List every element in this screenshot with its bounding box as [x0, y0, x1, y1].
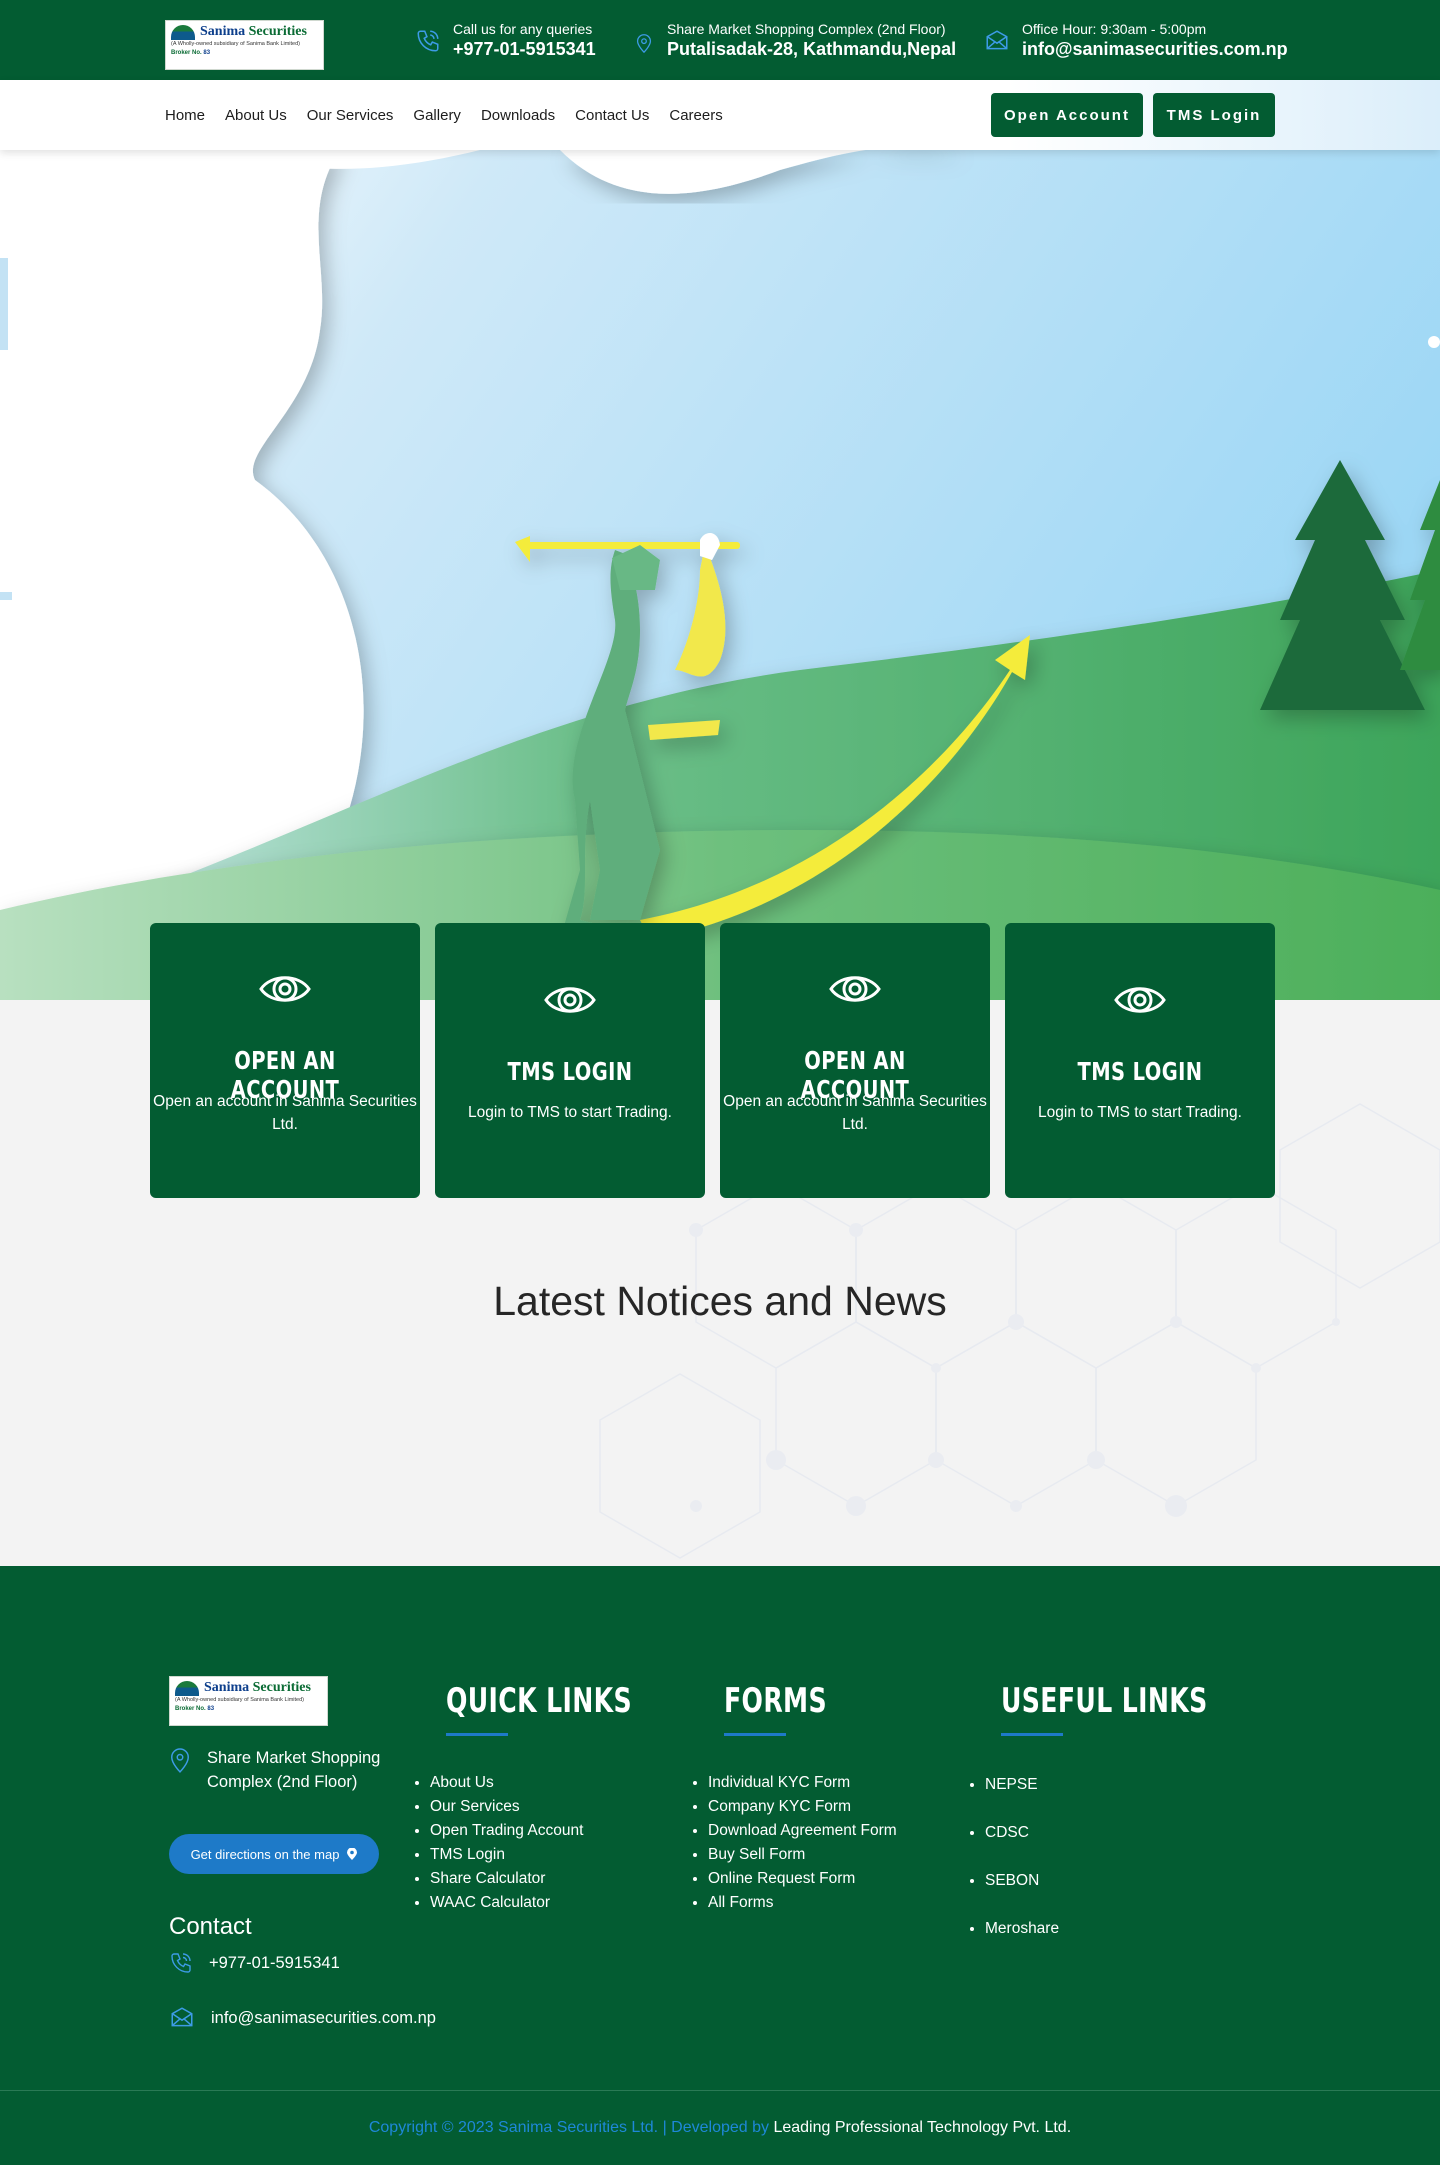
footer-contact-heading: Contact	[169, 1913, 252, 1940]
logo-name-1: Sanima	[204, 1680, 253, 1695]
mail-icon	[986, 30, 1008, 50]
copyright: Copyright © 2023 Sanima Securities Ltd. …	[0, 2119, 1440, 2137]
logo-broker-label: Broker No.	[171, 50, 202, 56]
news-heading: Latest Notices and News	[493, 1278, 947, 1324]
phone-value: +977-01-5915341	[453, 39, 596, 59]
get-directions-label: Get directions on the map	[190, 1846, 340, 1862]
logo-name-1: Sanima	[200, 24, 249, 39]
card-tms-login-1[interactable]: TMS LOGIN Login to TMS to start Trading.	[435, 923, 705, 1198]
logo-name-2: Securities	[248, 24, 307, 39]
address-label: Share Market Shopping Complex (2nd Floor…	[667, 21, 946, 37]
footer-email[interactable]: info@sanimasecurities.com.np	[169, 2005, 436, 2031]
address-value: Putalisadak-28, Kathmandu,Nepal	[667, 39, 957, 59]
phone-icon	[171, 1953, 191, 1973]
eye-icon	[720, 968, 990, 1010]
footer-useful-links: USEFUL LINKS NEPSE CDSC SEBON Meroshare	[985, 1681, 1280, 1965]
copyright-text: Copyright © 2023 Sanima Securities Ltd. …	[368, 2119, 774, 2136]
forms-heading: FORMS	[724, 1681, 827, 1721]
card-open-account-1[interactable]: OPEN AN ACCOUNT Open an account in Sanim…	[150, 923, 420, 1198]
logo-broker-label: Broker No.	[175, 1706, 206, 1712]
header-phone[interactable]: Call us for any queries +977-01-5915341	[415, 20, 596, 60]
footer-phone-text: +977-01-5915341	[209, 1953, 340, 1972]
card-tms-login-2[interactable]: TMS LOGIN Login to TMS to start Trading.	[1005, 923, 1275, 1198]
form-online-request[interactable]: Online Request Form	[708, 1870, 855, 1887]
header-address: Share Market Shopping Complex (2nd Floor…	[633, 20, 956, 60]
hours-label: Office Hour: 9:30am - 5:00pm	[1022, 21, 1207, 37]
logo-tagline: (A Wholly-owned subsidiary of Sanima Ban…	[175, 1697, 305, 1703]
card-title: TMS LOGIN	[1077, 1057, 1203, 1086]
logo-mark-icon	[171, 24, 195, 40]
hero-banner	[0, 150, 1440, 1000]
quick-link-waac-calculator[interactable]: WAAC Calculator	[430, 1894, 550, 1911]
nav-gallery[interactable]: Gallery	[413, 107, 461, 124]
card-desc: Login to TMS to start Trading.	[468, 1104, 672, 1121]
quick-link-tms-login[interactable]: TMS Login	[430, 1846, 505, 1863]
footer-email-text: info@sanimasecurities.com.np	[211, 2008, 436, 2027]
card-desc: Open an account in Sanima Securities Ltd…	[153, 1093, 417, 1133]
useful-link-sebon[interactable]: SEBON	[985, 1872, 1039, 1889]
form-download-agreement[interactable]: Download Agreement Form	[708, 1822, 897, 1839]
heading-underline	[724, 1733, 786, 1736]
card-desc: Login to TMS to start Trading.	[1038, 1104, 1242, 1121]
developer-link[interactable]: Leading Professional Technology Pvt. Ltd…	[773, 2119, 1071, 2136]
logo[interactable]: Sanima Securities (A Wholly-owned subsid…	[165, 20, 324, 70]
quick-link-open-trading-account[interactable]: Open Trading Account	[430, 1822, 583, 1839]
get-directions-button[interactable]: Get directions on the map	[169, 1834, 379, 1874]
card-title: TMS LOGIN	[507, 1057, 633, 1086]
heading-underline	[446, 1733, 508, 1736]
header-email[interactable]: Office Hour: 9:30am - 5:00pm info@sanima…	[984, 20, 1288, 60]
top-bar: Sanima Securities (A Wholly-owned subsid…	[0, 0, 1440, 80]
footer-logo[interactable]: Sanima Securities (A Wholly-owned subsid…	[169, 1676, 328, 1726]
mail-icon	[171, 2007, 193, 2027]
nav-about-us[interactable]: About Us	[225, 107, 287, 124]
tms-login-button[interactable]: TMS Login	[1153, 93, 1275, 137]
quick-links-heading: QUICK LINKS	[446, 1681, 633, 1721]
nav-our-services[interactable]: Our Services	[307, 107, 394, 124]
card-open-account-2[interactable]: OPEN AN ACCOUNT Open an account in Sanim…	[720, 923, 990, 1198]
open-account-button[interactable]: Open Account	[991, 93, 1143, 137]
nav-contact-us[interactable]: Contact Us	[575, 107, 649, 124]
eye-icon	[1005, 979, 1275, 1021]
footer-quick-links: QUICK LINKS About Us Our Services Open T…	[430, 1681, 697, 1915]
useful-link-meroshare[interactable]: Meroshare	[985, 1920, 1059, 1937]
location-icon	[636, 34, 652, 54]
card-desc: Open an account in Sanima Securities Ltd…	[723, 1093, 987, 1133]
footer-phone[interactable]: +977-01-5915341	[169, 1951, 340, 1975]
phone-icon	[417, 30, 439, 52]
useful-link-cdsc[interactable]: CDSC	[985, 1824, 1029, 1841]
logo-mark-icon	[175, 1680, 199, 1696]
quick-link-our-services[interactable]: Our Services	[430, 1798, 520, 1815]
email-value: info@sanimasecurities.com.np	[1022, 39, 1288, 59]
logo-name-2: Securities	[252, 1680, 311, 1695]
quick-link-about-us[interactable]: About Us	[430, 1774, 494, 1791]
logo-broker-no: 83	[203, 50, 211, 56]
form-individual-kyc[interactable]: Individual KYC Form	[708, 1774, 850, 1791]
logo-tagline: (A Wholly-owned subsidiary of Sanima Ban…	[171, 41, 301, 47]
feature-cards: OPEN AN ACCOUNT Open an account in Sanim…	[150, 923, 1275, 1198]
location-icon	[171, 1748, 189, 1773]
form-company-kyc[interactable]: Company KYC Form	[708, 1798, 851, 1815]
form-buy-sell[interactable]: Buy Sell Form	[708, 1846, 805, 1863]
logo-broker-no: 83	[207, 1706, 215, 1712]
eye-icon	[435, 979, 705, 1021]
footer-divider	[0, 2090, 1440, 2091]
map-pin-icon	[347, 1848, 358, 1860]
phone-label: Call us for any queries	[453, 21, 593, 37]
useful-link-nepse[interactable]: NEPSE	[985, 1776, 1038, 1793]
main-nav: Home About Us Our Services Gallery Downl…	[0, 80, 1440, 150]
hero-illustration	[0, 150, 1440, 1000]
footer-address-text: Share Market Shopping Complex (2nd Floor…	[207, 1749, 381, 1791]
nav-careers[interactable]: Careers	[669, 107, 722, 124]
heading-underline	[1001, 1733, 1063, 1736]
footer-forms: FORMS Individual KYC Form Company KYC Fo…	[708, 1681, 897, 1915]
eye-icon	[150, 968, 420, 1010]
nav-downloads[interactable]: Downloads	[481, 107, 555, 124]
nav-home[interactable]: Home	[165, 107, 205, 124]
useful-links-heading: USEFUL LINKS	[1001, 1681, 1208, 1721]
footer-address: Share Market Shopping Complex (2nd Floor…	[169, 1746, 397, 1794]
quick-link-share-calculator[interactable]: Share Calculator	[430, 1870, 545, 1887]
form-all-forms[interactable]: All Forms	[708, 1894, 773, 1911]
footer: Sanima Securities (A Wholly-owned subsid…	[0, 1566, 1440, 2165]
